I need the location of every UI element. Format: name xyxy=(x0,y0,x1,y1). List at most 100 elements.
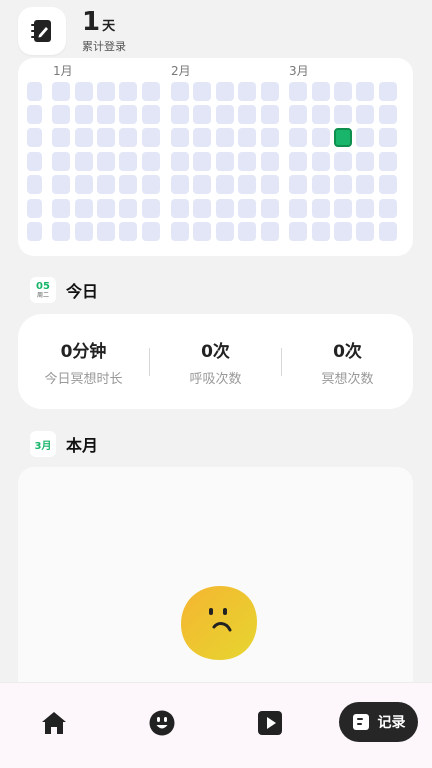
heatmap-cell xyxy=(238,222,256,241)
heatmap-cell xyxy=(379,175,397,194)
heatmap-cell xyxy=(238,105,256,124)
heatmap-cell xyxy=(52,128,70,147)
heatmap-cell-active xyxy=(334,128,352,147)
heatmap-cell xyxy=(379,222,397,241)
heatmap-cell xyxy=(312,128,330,147)
heatmap-cell xyxy=(142,199,160,218)
date-badge-weekday: 周二 xyxy=(36,292,49,299)
heatmap-cell xyxy=(238,82,256,101)
home-icon[interactable] xyxy=(40,709,68,737)
heatmap-cell xyxy=(261,222,279,241)
heatmap-cell xyxy=(97,82,115,101)
heatmap-cell xyxy=(119,199,137,218)
heatmap-cell xyxy=(289,222,307,241)
heatmap-cell xyxy=(27,199,42,218)
heatmap-cell xyxy=(171,175,189,194)
heatmap-cell xyxy=(142,222,160,241)
heatmap-cell xyxy=(171,128,189,147)
heatmap-cell xyxy=(75,199,93,218)
heatmap-cell xyxy=(216,152,234,171)
heatmap-cell xyxy=(238,152,256,171)
heatmap-cell xyxy=(289,152,307,171)
heatmap-cell xyxy=(75,82,93,101)
heatmap-cell xyxy=(119,128,137,147)
heatmap-cell xyxy=(142,175,160,194)
heatmap-cell xyxy=(52,82,70,101)
date-badge: 05 周二 xyxy=(30,277,56,303)
heatmap-cell xyxy=(75,128,93,147)
heatmap-cell xyxy=(312,199,330,218)
heatmap-cell xyxy=(356,222,374,241)
stat-value: 0次 xyxy=(333,341,362,362)
heatmap-cell xyxy=(261,128,279,147)
login-label: 累计登录 xyxy=(82,40,126,53)
heatmap-cell xyxy=(52,199,70,218)
play-icon[interactable] xyxy=(256,709,284,737)
stat-meditation-duration: 0分钟 今日冥想时长 xyxy=(18,337,149,387)
heatmap-cell xyxy=(52,175,70,194)
heatmap-cell xyxy=(27,128,42,147)
heatmap-cell xyxy=(356,152,374,171)
heatmap-cell xyxy=(193,222,211,241)
heatmap-cell xyxy=(312,152,330,171)
heatmap-cell xyxy=(238,199,256,218)
note-icon xyxy=(352,713,370,731)
sad-face-icon[interactable] xyxy=(180,584,258,662)
heatmap-cell xyxy=(334,105,352,124)
heatmap-cell xyxy=(261,152,279,171)
heatmap-cell xyxy=(142,152,160,171)
heatmap-cell xyxy=(289,105,307,124)
heatmap-cell xyxy=(171,152,189,171)
stat-label: 呼吸次数 xyxy=(189,371,242,387)
heatmap-cell xyxy=(379,82,397,101)
heatmap-cell xyxy=(193,152,211,171)
heatmap-cell xyxy=(312,222,330,241)
heatmap-cell xyxy=(171,82,189,101)
heatmap-cell xyxy=(27,105,42,124)
heatmap-cell xyxy=(119,175,137,194)
month-label-mar: 3月 xyxy=(289,64,309,78)
stat-meditation-count: 0次 冥想次数 xyxy=(282,337,413,387)
heatmap-cell xyxy=(216,222,234,241)
heatmap-cell xyxy=(119,152,137,171)
heatmap-cell xyxy=(356,199,374,218)
login-days: 1 xyxy=(82,7,101,37)
heatmap-cell xyxy=(312,82,330,101)
heatmap-cell xyxy=(216,128,234,147)
heatmap-cell xyxy=(379,199,397,218)
heatmap-cell xyxy=(75,222,93,241)
bottom-nav: 记录 xyxy=(0,682,432,768)
heatmap-cell xyxy=(379,105,397,124)
heatmap-cell xyxy=(97,128,115,147)
month-title: 本月 xyxy=(66,436,99,455)
month-label-jan: 1月 xyxy=(53,64,73,78)
heatmap-cell xyxy=(97,199,115,218)
heatmap-cell xyxy=(75,152,93,171)
heatmap-cell xyxy=(193,128,211,147)
heatmap-cell xyxy=(97,152,115,171)
activity-heatmap: 1月 2月 3月 xyxy=(18,58,413,256)
heatmap-cell xyxy=(289,199,307,218)
stat-label: 今日冥想时长 xyxy=(44,371,123,387)
heatmap-cell xyxy=(142,82,160,101)
heatmap-cell xyxy=(261,175,279,194)
heatmap-cell xyxy=(97,175,115,194)
smile-icon[interactable] xyxy=(148,709,176,737)
heatmap-cell xyxy=(142,128,160,147)
heatmap-cell xyxy=(334,82,352,101)
heatmap-cell xyxy=(289,128,307,147)
heatmap-cell xyxy=(334,199,352,218)
record-button[interactable]: 记录 xyxy=(339,702,418,742)
heatmap-cell xyxy=(97,222,115,241)
heatmap-cell xyxy=(193,82,211,101)
heatmap-cell xyxy=(171,105,189,124)
heatmap-cell xyxy=(356,105,374,124)
heatmap-cell xyxy=(97,105,115,124)
heatmap-cell xyxy=(119,222,137,241)
heatmap-cell xyxy=(334,222,352,241)
heatmap-cell xyxy=(261,199,279,218)
stat-value: 0分钟 xyxy=(60,341,107,362)
header: 1 天 累计登录 xyxy=(18,6,126,56)
notebook-pen-icon[interactable] xyxy=(18,7,66,55)
stat-breath-count: 0次 呼吸次数 xyxy=(150,337,281,387)
